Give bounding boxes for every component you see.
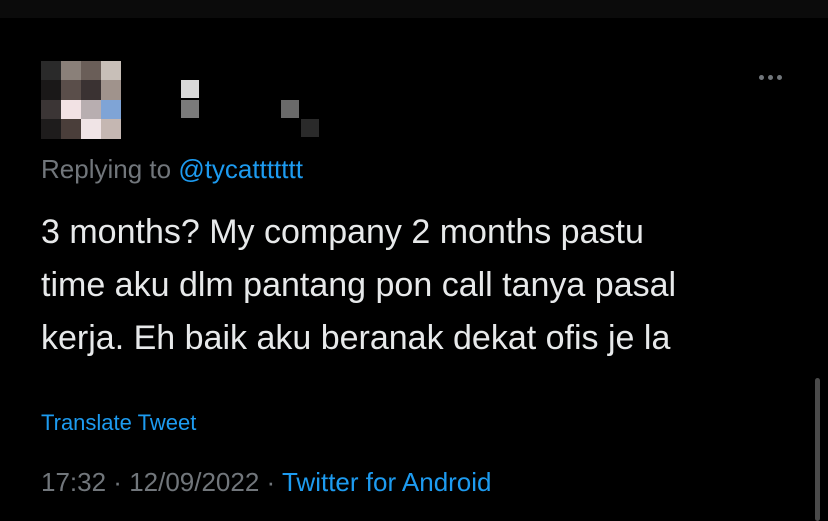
more-dot	[767, 74, 773, 80]
more-dot	[758, 74, 764, 80]
replying-prefix: Replying to	[41, 154, 179, 184]
tweet-source-link[interactable]: Twitter for Android	[282, 467, 492, 497]
meta-separator: ·	[259, 467, 282, 497]
handle-redacted-2	[301, 119, 319, 137]
more-dot	[776, 74, 782, 80]
display-name-redacted-2	[181, 100, 199, 118]
tweet-text: 3 months? My company 2 months pastu time…	[41, 206, 811, 365]
scrollbar[interactable]	[815, 378, 820, 521]
avatar[interactable]	[41, 61, 141, 158]
top-divider	[0, 0, 828, 18]
meta-separator: ·	[106, 467, 130, 497]
translate-tweet-link[interactable]: Translate Tweet	[41, 410, 196, 436]
display-name-redacted[interactable]	[181, 80, 199, 98]
tweet-text-line: kerja. Eh baik aku beranak dekat ofis je…	[41, 319, 671, 357]
tweet-meta: 17:32 · 12/09/2022 · Twitter for Android	[41, 467, 492, 498]
replying-to: Replying to @tycattttttt	[41, 154, 303, 185]
tweet-text-line: 3 months? My company 2 months pastu	[41, 213, 644, 251]
tweet-text-line: time aku dlm pantang pon call tanya pasa…	[41, 266, 677, 304]
reply-handle-link[interactable]: @tycattttttt	[178, 154, 303, 184]
tweet-date[interactable]: 12/09/2022	[129, 467, 259, 497]
tweet-time[interactable]: 17:32	[41, 467, 106, 497]
handle-redacted[interactable]	[281, 100, 299, 118]
more-horizontal-icon[interactable]	[752, 68, 788, 86]
tweet-detail: Replying to @tycattttttt 3 months? My co…	[0, 18, 828, 521]
